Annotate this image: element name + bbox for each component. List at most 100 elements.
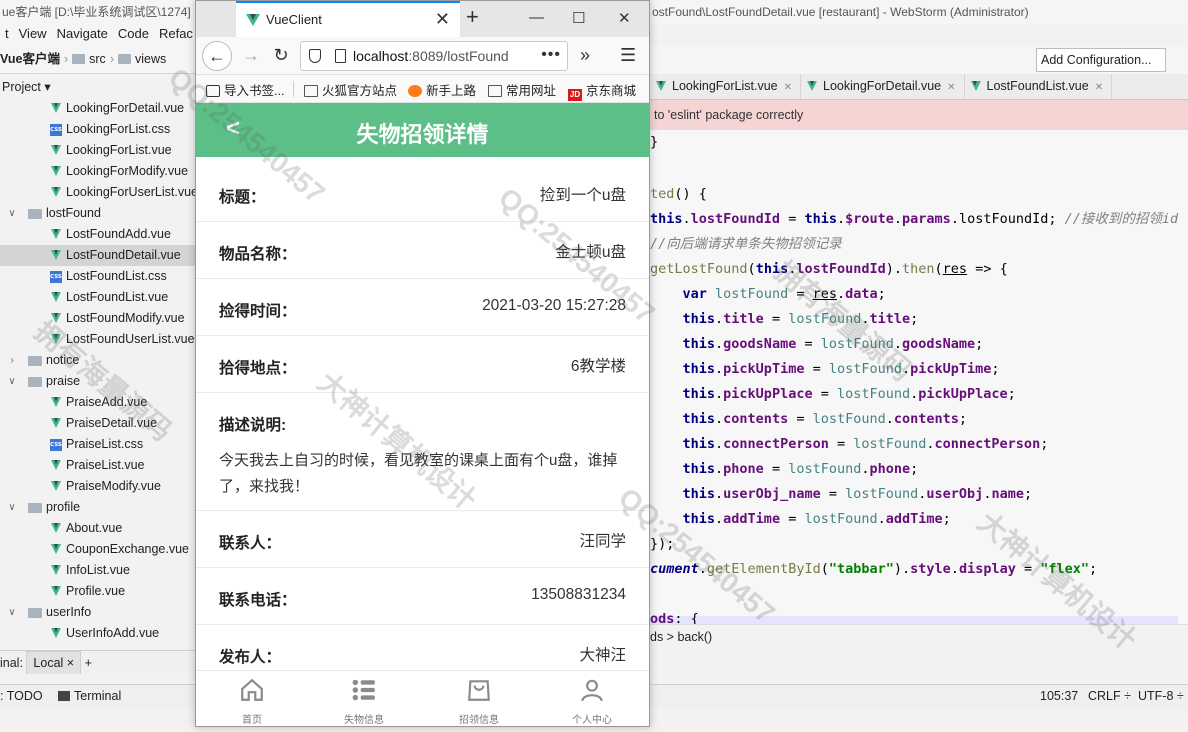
tree-file[interactable]: About.vue bbox=[0, 518, 196, 539]
chevron-down-icon[interactable]: ∨ bbox=[6, 371, 18, 392]
menu-item-view[interactable]: View bbox=[14, 24, 52, 44]
field-value: 2021-03-20 15:27:28 bbox=[482, 297, 626, 314]
tree-file[interactable]: UserInfoAdd.vue bbox=[0, 623, 196, 644]
menu-item-navigate[interactable]: Navigate bbox=[52, 24, 113, 44]
code-line: ods: { bbox=[650, 611, 699, 624]
new-tab-icon[interactable]: + bbox=[466, 4, 479, 30]
close-icon[interactable]: × bbox=[67, 656, 74, 670]
vue-file-icon bbox=[50, 480, 62, 492]
tree-file[interactable]: Profile.vue bbox=[0, 581, 196, 602]
file-encoding[interactable]: UTF-8 ÷ bbox=[1138, 685, 1184, 708]
chevron-right-icon[interactable]: › bbox=[6, 350, 18, 371]
detail-row-pickup-time: 捡得时间： 2021-03-20 15:27:28 bbox=[196, 279, 649, 336]
url-bar[interactable]: localhost:8089/lostFound ••• bbox=[300, 41, 568, 71]
tree-file[interactable]: LostFoundUserList.vue bbox=[0, 329, 196, 350]
tree-folder[interactable]: ∨ praise bbox=[0, 371, 196, 392]
tree-file[interactable]: PraiseList.vue bbox=[0, 455, 196, 476]
nav-project-root[interactable]: Vue客户端 bbox=[0, 52, 60, 66]
close-window-icon[interactable]: ✕ bbox=[618, 9, 631, 27]
tree-file[interactable]: LookingForUserList.vue bbox=[0, 182, 196, 203]
bookmark-common-sites[interactable]: 常用网址 bbox=[488, 80, 556, 99]
bookmark-getting-started[interactable]: 新手上路 bbox=[408, 80, 476, 99]
tree-file[interactable]: CSS LookingForList.css bbox=[0, 119, 196, 140]
tree-file[interactable]: LostFoundList.vue bbox=[0, 287, 196, 308]
tab-found-info[interactable]: 招领信息 bbox=[439, 677, 519, 726]
user-icon bbox=[581, 679, 603, 702]
todo-tab[interactable]: : TODO bbox=[0, 685, 43, 708]
page-actions-icon[interactable]: ••• bbox=[541, 46, 561, 64]
close-icon[interactable]: ✕ bbox=[784, 82, 792, 93]
bookmark-firefox-site[interactable]: 火狐官方站点 bbox=[304, 80, 397, 99]
minimize-icon[interactable]: — bbox=[529, 9, 544, 26]
vue-file-icon bbox=[50, 564, 62, 576]
url-text[interactable]: localhost:8089/lostFound bbox=[353, 48, 539, 64]
tree-folder[interactable]: ∨ lostFound bbox=[0, 203, 196, 224]
browser-tab-active[interactable]: VueClient ✕ bbox=[236, 1, 460, 37]
tree-file[interactable]: LostFoundDetail.vue bbox=[0, 245, 196, 266]
tree-file[interactable]: LookingForList.vue bbox=[0, 140, 196, 161]
tracking-shield-icon[interactable] bbox=[309, 49, 321, 63]
tabbar-spacer bbox=[196, 1, 236, 37]
chevron-down-icon[interactable]: ∨ bbox=[6, 497, 18, 518]
code-line: this.addTime = lostFound.addTime; bbox=[682, 511, 951, 527]
code-editor[interactable]: } ted() { this.lostFoundId = this.$route… bbox=[650, 130, 1188, 624]
menu-item[interactable]: t bbox=[0, 24, 14, 44]
tree-file[interactable]: PraiseDetail.vue bbox=[0, 413, 196, 434]
tab-lost-info[interactable]: 失物信息 bbox=[324, 677, 404, 726]
close-tab-icon[interactable]: ✕ bbox=[435, 9, 450, 30]
terminal-tab-local[interactable]: Local × bbox=[26, 651, 82, 674]
editor-tab[interactable]: LookingForDetail.vue ✕ bbox=[801, 74, 965, 99]
maximize-icon[interactable]: ☐ bbox=[572, 9, 585, 27]
tree-folder[interactable]: ∨ userInfo bbox=[0, 602, 196, 623]
close-icon[interactable]: ✕ bbox=[1095, 82, 1103, 93]
tree-file[interactable]: LostFoundAdd.vue bbox=[0, 224, 196, 245]
vue-file-icon bbox=[50, 333, 62, 345]
project-label: Project bbox=[2, 80, 41, 94]
tree-file[interactable]: InfoList.vue bbox=[0, 560, 196, 581]
forward-arrow-icon[interactable]: → bbox=[236, 41, 266, 71]
bookmark-jd[interactable]: JD 京东商城 bbox=[568, 80, 636, 101]
line-separator[interactable]: CRLF ÷ bbox=[1088, 685, 1131, 708]
add-configuration-button[interactable]: Add Configuration... bbox=[1036, 48, 1166, 72]
folder-icon bbox=[28, 377, 42, 387]
overflow-chevron-icon[interactable]: » bbox=[580, 45, 590, 66]
url-host: localhost bbox=[353, 48, 409, 64]
bookmark-label: 常用网址 bbox=[506, 84, 557, 98]
chevron-down-icon[interactable]: ∨ bbox=[6, 602, 18, 623]
tab-profile[interactable]: 个人中心 bbox=[552, 677, 632, 726]
tree-item-label: notice bbox=[46, 353, 80, 367]
reload-icon[interactable]: ↻ bbox=[266, 41, 296, 71]
code-line: this.goodsName = lostFound.goodsName; bbox=[682, 336, 984, 352]
tree-folder[interactable]: ∨ profile bbox=[0, 497, 196, 518]
project-panel-header[interactable]: Project ▾ bbox=[0, 76, 196, 98]
field-label: 联系人： bbox=[219, 535, 282, 552]
nav-views[interactable]: views bbox=[135, 52, 166, 66]
menu-item-refactor[interactable]: Refac bbox=[154, 24, 198, 44]
back-arrow-icon[interactable]: ← bbox=[202, 41, 232, 71]
editor-tab[interactable]: LookingForList.vue ✕ bbox=[650, 74, 802, 99]
editor-tab[interactable]: LostFoundList.vue ✕ bbox=[965, 74, 1113, 99]
close-icon[interactable]: ✕ bbox=[947, 82, 955, 93]
tree-file[interactable]: CouponExchange.vue bbox=[0, 539, 196, 560]
tree-file[interactable]: LookingForModify.vue bbox=[0, 161, 196, 182]
tree-file[interactable]: CSS PraiseList.css bbox=[0, 434, 196, 455]
tree-file[interactable]: PraiseAdd.vue bbox=[0, 392, 196, 413]
tree-file[interactable]: LostFoundModify.vue bbox=[0, 308, 196, 329]
tree-file[interactable]: PraiseModify.vue bbox=[0, 476, 196, 497]
project-tree: LookingForDetail.vue CSS LookingForList.cs… bbox=[0, 98, 196, 646]
tree-file[interactable]: LookingForDetail.vue bbox=[0, 98, 196, 119]
hamburger-menu-icon[interactable]: ☰ bbox=[620, 45, 636, 66]
terminal-tool-button[interactable]: Terminal bbox=[58, 685, 121, 708]
tree-file[interactable]: CSS LostFoundList.css bbox=[0, 266, 196, 287]
caret-position[interactable]: 105:37 bbox=[1040, 685, 1078, 708]
tree-folder[interactable]: › notice bbox=[0, 350, 196, 371]
code-breadcrumb[interactable]: ds > back() bbox=[650, 624, 1188, 650]
terminal-tool-label: Terminal bbox=[74, 689, 122, 703]
add-terminal-icon[interactable]: + bbox=[85, 656, 92, 670]
bookmark-import[interactable]: 导入书签... bbox=[206, 80, 284, 99]
chevron-down-icon[interactable]: ∨ bbox=[6, 203, 18, 224]
page-info-icon[interactable] bbox=[335, 49, 346, 63]
nav-src[interactable]: src bbox=[89, 52, 106, 66]
menu-item-code[interactable]: Code bbox=[113, 24, 154, 44]
tab-home[interactable]: 首页 bbox=[212, 677, 292, 726]
